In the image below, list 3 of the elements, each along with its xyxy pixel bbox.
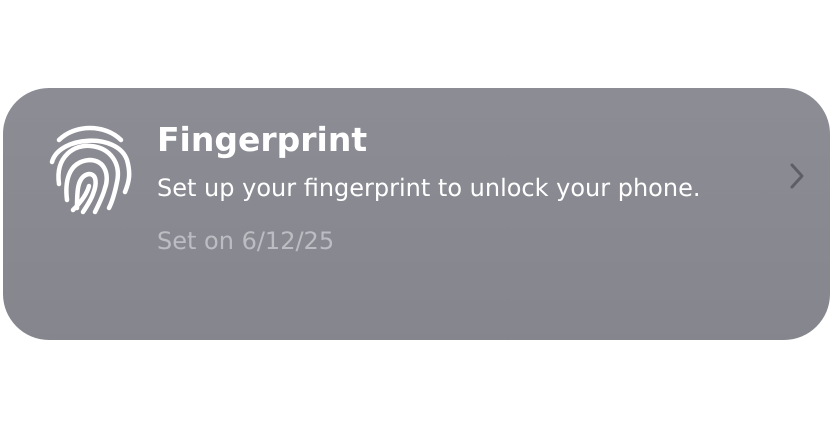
chevron-right-icon	[788, 162, 806, 190]
card-description: Set up your fingerprint to unlock your phone.	[157, 172, 702, 204]
card-title: Fingerprint	[157, 120, 368, 160]
